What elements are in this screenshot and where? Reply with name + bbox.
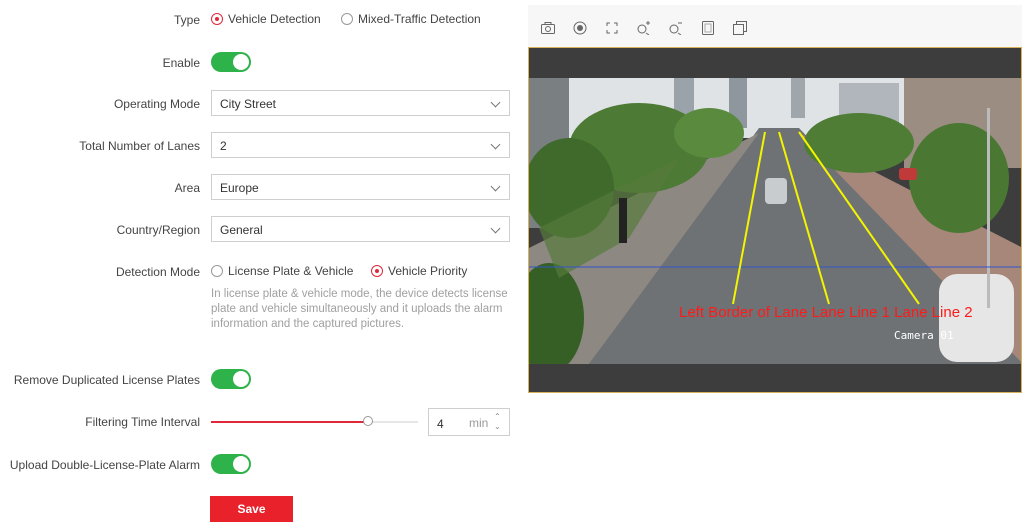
double-plate-toggle[interactable] — [211, 454, 251, 474]
type-option-label: Vehicle Detection — [228, 12, 321, 26]
chevron-down-icon — [490, 223, 501, 234]
record-icon[interactable] — [572, 20, 588, 36]
enable-toggle[interactable] — [211, 52, 251, 72]
type-option-mixed-traffic[interactable]: Mixed-Traffic Detection — [341, 12, 481, 26]
filtering-slider-track[interactable] — [211, 416, 418, 426]
filtering-unit: min — [469, 416, 489, 430]
copy-icon[interactable] — [732, 20, 748, 36]
total-lanes-value: 2 — [220, 139, 227, 153]
remove-duplicated-toggle[interactable] — [211, 369, 251, 389]
detection-mode-label: Detection Mode — [115, 265, 200, 279]
area-label: Area — [174, 181, 200, 195]
radio-unselected-icon — [211, 265, 223, 277]
chevron-down-icon — [490, 139, 501, 150]
type-option-vehicle-detection[interactable]: Vehicle Detection — [211, 12, 321, 26]
chevron-down-icon — [490, 181, 501, 192]
copy-icon[interactable] — [700, 20, 716, 36]
lane-line-2[interactable] — [798, 131, 920, 305]
zoom-in-icon[interactable] — [636, 20, 652, 36]
radio-selected-icon — [371, 265, 383, 277]
lane-overlay-text: Left Border of Lane Lane Line 1 Lane Lin… — [679, 304, 973, 321]
total-lanes-label: Total Number of Lanes — [79, 139, 200, 153]
filtering-slider-fill — [211, 421, 369, 423]
area-value: Europe — [220, 181, 259, 195]
operating-mode-value: City Street — [220, 97, 277, 111]
detection-mode-option-label: Vehicle Priority — [388, 264, 468, 278]
camera-icon[interactable] — [540, 20, 556, 36]
camera-label: Camera 01 — [894, 329, 954, 342]
area-select[interactable]: Europe — [211, 174, 510, 200]
video-preview[interactable]: Left Border of Lane Lane Line 1 Lane Lin… — [528, 47, 1022, 393]
detection-mode-option-label: License Plate & Vehicle — [228, 264, 354, 278]
country-region-label: Country/Region — [116, 223, 200, 237]
fullscreen-icon[interactable] — [604, 20, 620, 36]
radio-unselected-icon — [341, 13, 353, 25]
detection-mode-hint: In license plate & vehicle mode, the dev… — [211, 288, 508, 330]
country-region-value: General — [220, 223, 263, 237]
country-region-select[interactable]: General — [211, 216, 510, 242]
enable-label: Enable — [162, 56, 200, 70]
type-option-label: Mixed-Traffic Detection — [358, 12, 481, 26]
remove-duplicated-label: Remove Duplicated License Plates — [13, 373, 200, 387]
type-label: Type — [173, 13, 200, 27]
video-toolbar — [528, 5, 1022, 47]
lane-border-left[interactable] — [732, 131, 766, 305]
save-button[interactable]: Save — [210, 496, 293, 522]
filtering-stepper[interactable]: 4 min ⌃ ⌄ — [428, 408, 510, 436]
stepper-arrows-icon[interactable]: ⌃ ⌄ — [494, 412, 501, 432]
filtering-value: 4 — [437, 417, 444, 431]
zoom-out-icon[interactable] — [668, 20, 684, 36]
radio-selected-icon — [211, 13, 223, 25]
double-plate-label: Upload Double-License-Plate Alarm — [9, 458, 200, 472]
detection-mode-option-vehicle-priority[interactable]: Vehicle Priority — [371, 264, 467, 278]
operating-mode-label: Operating Mode — [113, 97, 200, 111]
filtering-slider-thumb[interactable] — [363, 416, 374, 426]
filtering-label: Filtering Time Interval — [85, 415, 200, 429]
total-lanes-select[interactable]: 2 — [211, 132, 510, 158]
operating-mode-select[interactable]: City Street — [211, 90, 510, 116]
detection-mode-option-plate-vehicle[interactable]: License Plate & Vehicle — [211, 264, 353, 278]
chevron-down-icon — [490, 97, 501, 108]
lane-line-1[interactable] — [778, 131, 830, 305]
